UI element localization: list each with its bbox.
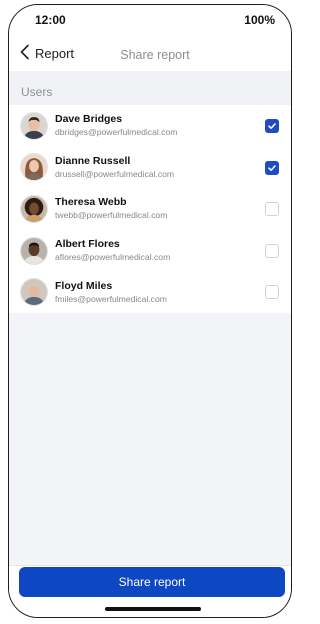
user-name: Theresa Webb [55, 196, 127, 209]
user-email: aflores@powerfulmedical.com [55, 252, 171, 263]
user-email: fmiles@powerfulmedical.com [55, 293, 167, 304]
user-checkbox-checked[interactable] [265, 119, 279, 133]
user-name: Dave Bridges [55, 113, 123, 126]
user-row-dave-bridges[interactable]: Dave Bridges dbridges@powerfulmedical.co… [9, 105, 291, 147]
checkmark-icon [268, 164, 276, 171]
user-checkbox-checked[interactable] [265, 160, 279, 175]
user-name: Dianne Russell [55, 154, 131, 167]
nav-bar: Report Share report [9, 35, 291, 71]
user-name: Floyd Miles [55, 279, 113, 292]
page-title: Share report [120, 48, 190, 62]
status-bar: 12:00 100% [9, 5, 291, 35]
avatar [20, 111, 48, 140]
user-checkbox[interactable] [265, 243, 279, 258]
home-indicator [105, 607, 201, 611]
user-email: twebb@powerfulmedical.com [55, 210, 168, 221]
user-email: drussell@powerfulmedical.com [55, 168, 175, 179]
avatar [20, 194, 48, 223]
checkmark-icon [268, 123, 276, 129]
share-report-button[interactable]: Share report [19, 567, 285, 597]
footer: Share report [9, 565, 291, 617]
avatar [20, 236, 48, 265]
user-checkbox[interactable] [265, 285, 279, 300]
user-checkbox[interactable] [265, 202, 279, 217]
user-row-floyd-miles[interactable]: Floyd Miles fmiles@powerfulmedical.com [9, 271, 291, 313]
avatar [20, 153, 48, 182]
user-list: Dave Bridges dbridges@powerfulmedical.co… [9, 105, 291, 313]
user-row-dianne-russell[interactable]: Dianne Russell drussell@powerfulmedical.… [9, 147, 291, 189]
phone-frame: 12:00 100% Report Share report Users Dav… [8, 4, 292, 618]
user-email: dbridges@powerfulmedical.com [55, 127, 178, 138]
user-row-albert-flores[interactable]: Albert Flores aflores@powerfulmedical.co… [9, 230, 291, 272]
user-name: Albert Flores [55, 238, 120, 251]
divider [9, 565, 291, 566]
status-battery: 100% [244, 13, 275, 27]
avatar [20, 278, 48, 307]
section-header: Users [9, 71, 291, 105]
user-row-theresa-webb[interactable]: Theresa Webb twebb@powerfulmedical.com [9, 188, 291, 230]
status-time: 12:00 [35, 13, 66, 27]
